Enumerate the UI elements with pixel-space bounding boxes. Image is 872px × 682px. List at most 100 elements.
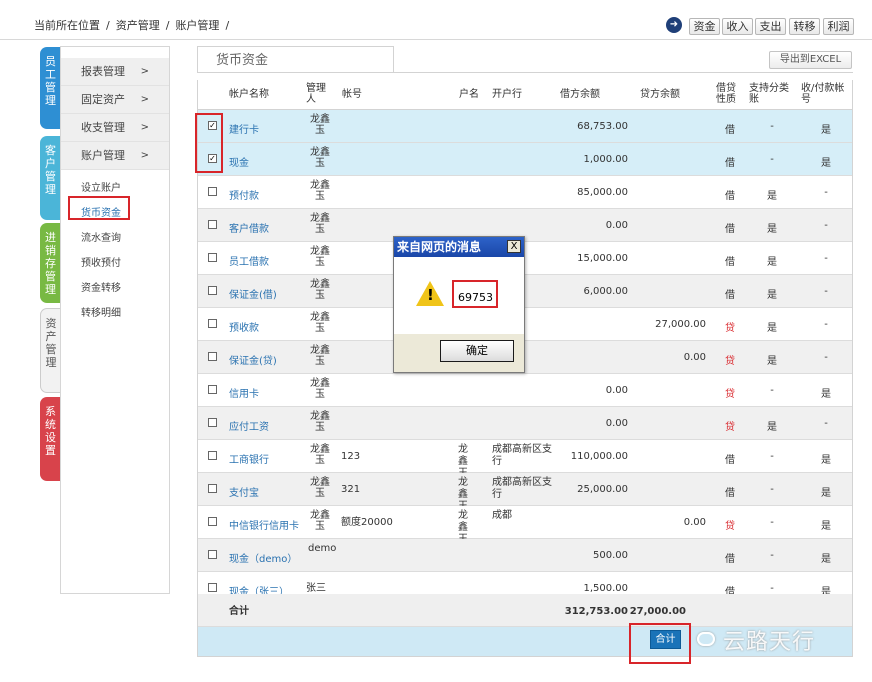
account-name-link[interactable]: 中信银行信用卡 <box>229 517 299 532</box>
vertical-tab-label: 资产管理 <box>45 317 57 369</box>
debit-credit-direction: 贷 <box>725 389 735 400</box>
quick-button[interactable]: 利润 <box>823 18 854 35</box>
header-bank: 开户行 <box>492 89 522 100</box>
breadcrumb-item[interactable]: 资产管理 <box>116 19 160 32</box>
account-name-link[interactable]: 保证金(借) <box>229 286 277 301</box>
manager-name: 龙鑫玉 <box>310 180 330 202</box>
debit-balance: 25,000.00 <box>577 484 628 495</box>
payment-account-flag: 是 <box>821 389 831 400</box>
account-name-link[interactable]: 支付宝 <box>229 484 259 499</box>
manager-name: 龙鑫玉 <box>310 312 330 334</box>
ledger-support: 是 <box>767 257 777 268</box>
credit-balance: 0.00 <box>683 352 706 363</box>
table-header: 帐户名称 管理人 帐号 户名 开户行 借方余额 贷方余额 借贷性质 支持分类账 … <box>198 80 852 110</box>
account-name-link[interactable]: 保证金(贷) <box>229 352 277 367</box>
debit-credit-direction: 借 <box>725 257 735 268</box>
manager-name: 龙鑫玉 <box>310 510 330 532</box>
account-name-link[interactable]: 现金（demo） <box>229 550 297 565</box>
payment-account-flag: - <box>824 319 828 330</box>
header-payment-account: 收/付款帐号 <box>801 83 845 105</box>
debit-balance: 68,753.00 <box>577 121 628 132</box>
ledger-support: 是 <box>767 422 777 433</box>
row-checkbox[interactable] <box>208 352 217 361</box>
account-name-link[interactable]: 预收款 <box>229 319 259 334</box>
table-row: 预付款 龙鑫玉 85,000.00 借 是 - <box>198 176 852 209</box>
watermark: 云路天行 <box>693 624 815 656</box>
sidebar-menu-label: 收支管理 <box>81 121 125 134</box>
vertical-tab[interactable]: 客户管理 <box>40 136 61 220</box>
debit-balance: 0.00 <box>605 385 628 396</box>
row-checkbox[interactable] <box>208 253 217 262</box>
sidebar-submenu-item[interactable]: 预收预付 <box>81 254 121 269</box>
breadcrumb-item: / <box>165 19 170 32</box>
chevron-right-icon: > <box>140 94 149 105</box>
sidebar-menu-item[interactable]: 报表管理 > <box>61 58 169 86</box>
account-name-link[interactable]: 工商银行 <box>229 451 269 466</box>
quick-button[interactable]: 收入 <box>722 18 753 35</box>
ok-button[interactable]: 确定 <box>440 340 514 362</box>
debit-credit-direction: 借 <box>725 125 735 136</box>
quick-button[interactable]: 转移 <box>789 18 820 35</box>
account-name-link[interactable]: 客户借款 <box>229 220 269 235</box>
sidebar-menu-label: 报表管理 <box>81 65 125 78</box>
debit-balance: 1,000.00 <box>583 154 628 165</box>
total-row: 合计 312,753.00 27,000.00 <box>198 594 852 627</box>
ledger-support: - <box>770 550 774 561</box>
table-row: 客户借款 龙鑫玉 0.00 借 是 - <box>198 209 852 242</box>
row-checkbox[interactable] <box>208 484 217 493</box>
row-checkbox[interactable] <box>208 187 217 196</box>
sidebar-submenu-item[interactable]: 资金转移 <box>81 279 121 294</box>
row-checkbox[interactable] <box>208 583 217 592</box>
manager-name: 龙鑫玉 <box>310 411 330 433</box>
debit-credit-direction: 借 <box>725 554 735 565</box>
row-checkbox[interactable] <box>208 385 217 394</box>
account-name-link[interactable]: 建行卡 <box>229 121 259 136</box>
row-checkbox[interactable] <box>208 319 217 328</box>
row-checkbox[interactable] <box>208 286 217 295</box>
row-checkbox[interactable] <box>208 418 217 427</box>
header-debit-balance: 借方余额 <box>560 89 600 100</box>
vertical-tab-label: 进销存管理 <box>45 231 56 296</box>
manager-name: 龙鑫玉 <box>310 279 330 301</box>
vertical-tab[interactable]: 系统设置 <box>40 397 61 481</box>
debit-credit-direction: 贷 <box>725 356 735 367</box>
breadcrumb-item: / <box>225 19 230 32</box>
account-name-link[interactable]: 现金 <box>229 154 249 169</box>
export-excel-button[interactable]: 导出到EXCEL <box>769 51 852 69</box>
quick-button[interactable]: 支出 <box>755 18 786 35</box>
sidebar-menu-item[interactable]: 固定资产 > <box>61 86 169 114</box>
account-name-link[interactable]: 信用卡 <box>229 385 259 400</box>
debit-credit-direction: 贷 <box>725 422 735 433</box>
account-name-link[interactable]: 应付工资 <box>229 418 269 433</box>
manager-name: demo <box>308 543 337 554</box>
account-name-link[interactable]: 预付款 <box>229 187 259 202</box>
close-icon[interactable]: X <box>507 240 521 253</box>
header-ledger: 支持分类账 <box>749 83 789 105</box>
payment-account-flag: - <box>824 352 828 363</box>
vertical-tab[interactable]: 进销存管理 <box>40 223 61 303</box>
sidebar-submenu-item[interactable]: 设立账户 <box>81 179 121 194</box>
breadcrumb-item[interactable]: 账户管理 <box>175 19 219 32</box>
row-checkbox[interactable] <box>208 517 217 526</box>
account-name-link[interactable]: 员工借款 <box>229 253 269 268</box>
account-number: 123 <box>341 451 361 462</box>
row-checkbox[interactable] <box>208 220 217 229</box>
quick-button[interactable]: 资金 <box>689 18 720 35</box>
sidebar-submenu-item[interactable]: 转移明细 <box>81 304 121 319</box>
sidebar-submenu-item[interactable]: 流水查询 <box>81 229 121 244</box>
debit-balance: 1,500.00 <box>583 583 628 594</box>
annotation-sum-highlight <box>629 623 691 664</box>
row-checkbox[interactable] <box>208 451 217 460</box>
vertical-tab[interactable]: 员工管理 <box>40 47 61 129</box>
sidebar-menu-item[interactable]: 账户管理 > <box>61 142 169 170</box>
credit-balance: 0.00 <box>683 517 706 528</box>
table-row: 保证金(借) 龙鑫玉 6,000.00 借 是 - <box>198 275 852 308</box>
header-account-no: 帐号 <box>342 89 362 100</box>
row-checkbox[interactable] <box>208 550 217 559</box>
ledger-support: 是 <box>767 323 777 334</box>
tab-currency-funds[interactable]: 货币资金 <box>197 46 394 73</box>
sidebar-menu-label: 固定资产 <box>81 93 125 106</box>
header-holder: 户名 <box>459 89 479 100</box>
vertical-tab[interactable]: 资产管理 <box>40 308 61 393</box>
sidebar-menu-item[interactable]: 收支管理 > <box>61 114 169 142</box>
